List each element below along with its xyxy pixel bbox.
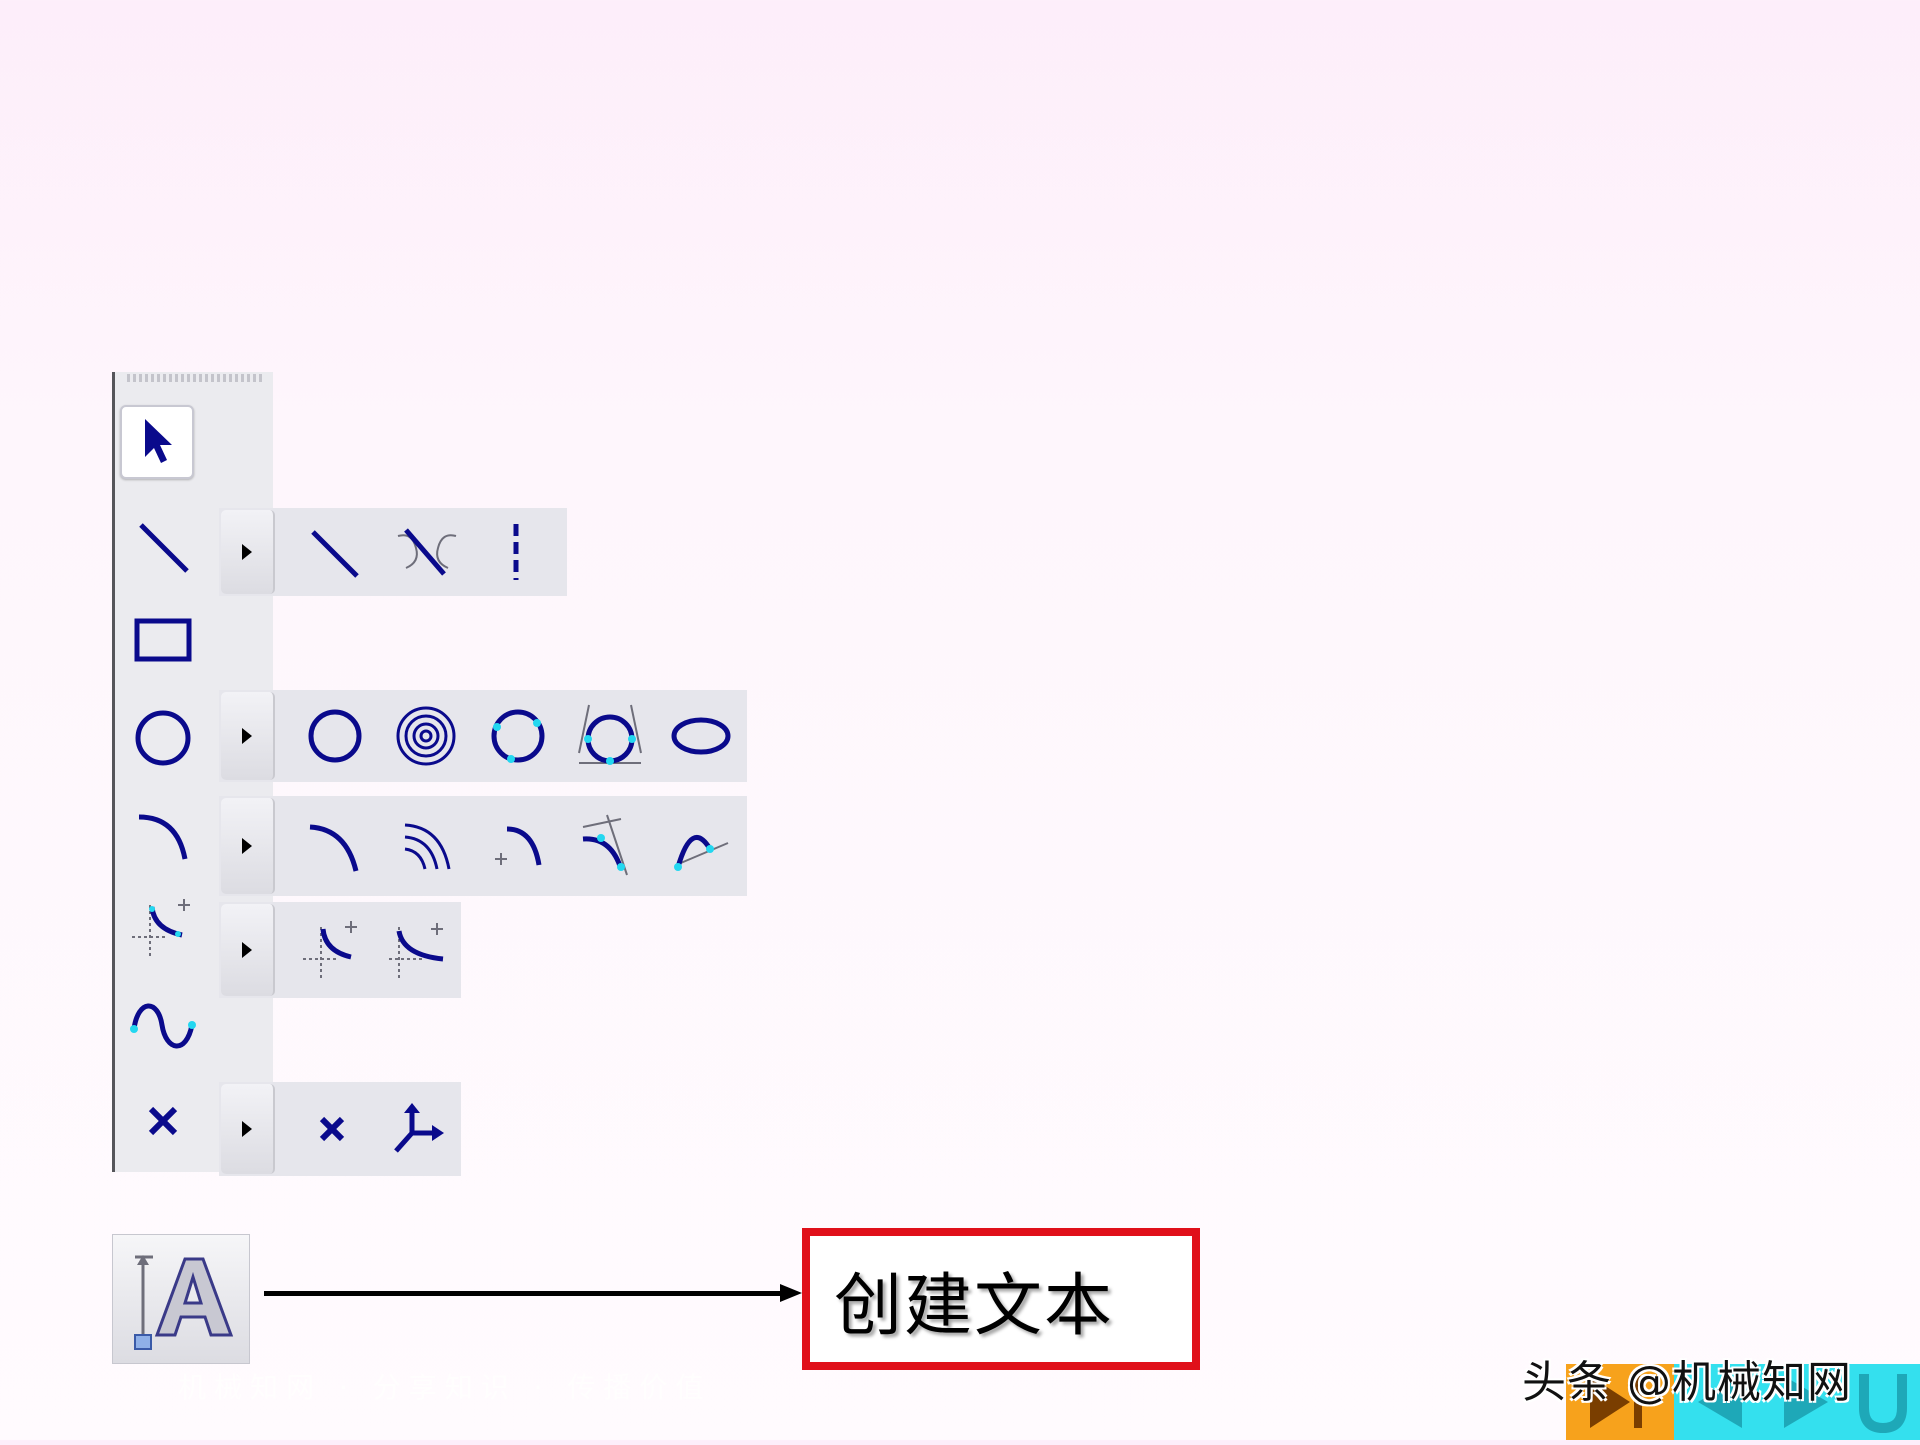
circle-flyout-expand-button[interactable] xyxy=(221,691,275,781)
concentric-circle-option[interactable] xyxy=(380,691,472,781)
elliptical-fillet-icon xyxy=(389,923,444,979)
ellipse-icon xyxy=(671,717,731,755)
conic-arc-icon xyxy=(674,835,729,871)
circle-icon xyxy=(135,710,191,766)
footer-slogan: 机械知网 · 分享知识 · 传播价值 xyxy=(178,1371,712,1404)
3-tangent-circle-option[interactable] xyxy=(564,691,656,781)
toolbar-grip[interactable] xyxy=(127,374,265,382)
return-icon xyxy=(1859,1374,1907,1434)
line-flyout-expand-button[interactable] xyxy=(221,509,275,595)
fillet-flyout xyxy=(219,902,461,998)
spline-tool-button[interactable] xyxy=(128,992,198,1062)
watermark-text: 头条 @机械知网 xyxy=(1522,1357,1852,1408)
callout-arrowhead xyxy=(780,1284,802,1302)
triangle-right-icon xyxy=(241,838,252,854)
fillet-tool-button[interactable] xyxy=(128,895,198,965)
centerline-option[interactable] xyxy=(473,507,559,597)
line-option[interactable] xyxy=(289,507,381,597)
arc-flyout xyxy=(219,796,747,896)
point-option[interactable] xyxy=(289,1084,375,1174)
concentric-circle-icon xyxy=(396,706,456,766)
arc-tool-button[interactable] xyxy=(128,800,198,870)
arrow-pointer-icon xyxy=(145,419,172,463)
fillet-icon xyxy=(132,899,190,959)
point-flyout-expand-button[interactable] xyxy=(221,1083,275,1175)
point-icon xyxy=(148,1106,178,1136)
coordinate-system-icon xyxy=(394,1103,444,1153)
triangle-right-icon xyxy=(242,1120,252,1137)
line-icon xyxy=(139,523,189,573)
centerline-icon xyxy=(513,524,519,580)
center-ends-arc-option[interactable] xyxy=(472,801,564,891)
coordinate-system-option[interactable] xyxy=(375,1084,461,1174)
center-ends-arc-icon xyxy=(494,826,542,866)
callout-arrow-line xyxy=(264,1291,784,1296)
3-tangent-arc-option[interactable] xyxy=(564,801,656,891)
concentric-arc-icon xyxy=(404,823,451,870)
ellipse-option[interactable] xyxy=(655,691,747,781)
conic-arc-option[interactable] xyxy=(655,801,747,891)
line-icon xyxy=(311,530,359,578)
create-text-icon xyxy=(134,1255,234,1350)
circle-option[interactable] xyxy=(289,691,381,781)
3-point-arc-option[interactable] xyxy=(289,801,381,891)
point-tool-button[interactable] xyxy=(128,1086,198,1156)
concentric-arc-option[interactable] xyxy=(380,801,472,891)
line-flyout xyxy=(219,508,567,596)
line-tool-button[interactable] xyxy=(128,512,198,582)
triangle-right-icon xyxy=(242,942,252,958)
arc-flyout-expand-button[interactable] xyxy=(221,798,275,894)
triangle-right-icon xyxy=(241,728,252,744)
arc-icon xyxy=(138,814,188,860)
3-tangent-circle-icon xyxy=(577,704,642,765)
3-tangent-arc-icon xyxy=(582,814,628,876)
select-tool-button[interactable] xyxy=(120,405,194,479)
point-flyout xyxy=(219,1082,461,1176)
fillet-flyout-expand-button[interactable] xyxy=(221,903,275,997)
circle-flyout xyxy=(219,690,747,782)
tangent-line-icon xyxy=(397,528,457,576)
elliptical-fillet-option[interactable] xyxy=(375,905,461,995)
circle-icon xyxy=(308,709,362,763)
rectangle-tool-button[interactable] xyxy=(128,605,198,675)
triangle-right-icon xyxy=(242,544,252,560)
rectangle-icon xyxy=(134,618,192,662)
circular-fillet-icon xyxy=(303,921,357,979)
callout-label-box: 创建文本 xyxy=(802,1228,1200,1370)
circular-fillet-option[interactable] xyxy=(289,905,375,995)
circle-tool-button[interactable] xyxy=(128,703,198,773)
tangent-line-option[interactable] xyxy=(381,507,473,597)
3-point-circle-icon xyxy=(491,709,545,763)
3-point-circle-option[interactable] xyxy=(472,691,564,781)
nav-return-button[interactable] xyxy=(1846,1364,1920,1440)
callout-label: 创建文本 xyxy=(834,1266,1115,1346)
point-icon xyxy=(319,1116,345,1142)
3-point-arc-icon xyxy=(309,824,359,872)
create-text-button[interactable] xyxy=(112,1234,250,1364)
spline-icon xyxy=(130,1003,196,1049)
